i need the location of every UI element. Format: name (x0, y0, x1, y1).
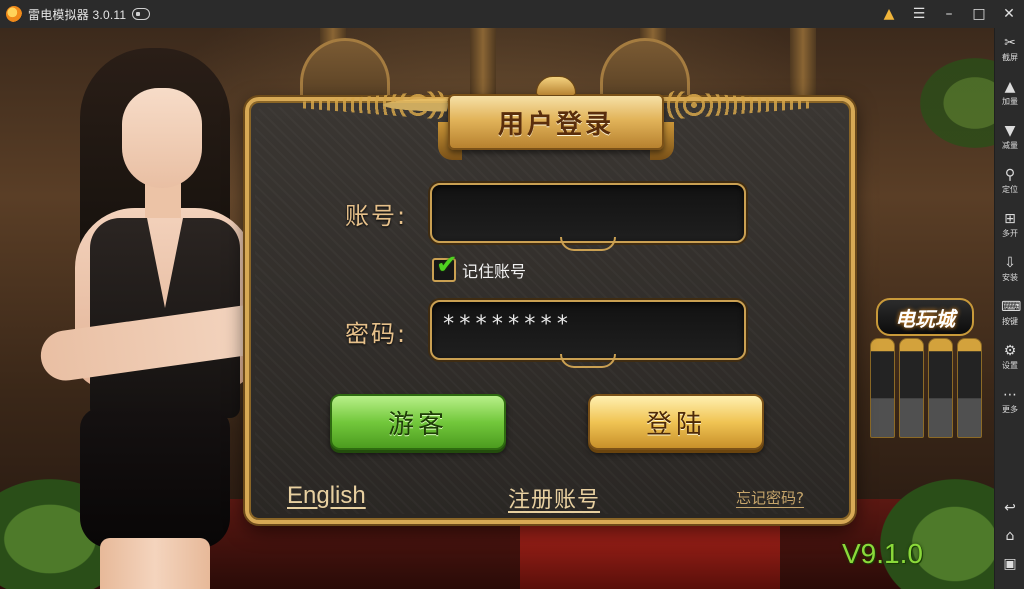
slot-machine (899, 338, 924, 438)
sidebar-item-label: 截屏 (1002, 53, 1018, 62)
palm-plant (920, 58, 994, 148)
remember-label: 记住账号 (462, 262, 527, 281)
gift-icon[interactable]: ▲ (874, 0, 904, 28)
menu-icon[interactable]: ☰ (904, 0, 934, 28)
crown-ornament-icon (536, 76, 576, 96)
guest-button[interactable]: 游客 (330, 394, 506, 450)
character-skirt (80, 408, 230, 548)
login-button[interactable]: 登陆 (588, 394, 764, 450)
red-carpet (520, 519, 780, 589)
gamepad-icon[interactable] (132, 8, 151, 20)
slot-machine-group: 电玩城 (862, 298, 987, 448)
window-controls: ▲ ☰ – □ ✕ (874, 0, 1024, 28)
register-link[interactable]: 注册账号 (508, 482, 600, 514)
character-legs (100, 538, 210, 589)
remember-account[interactable]: ✔ 记住账号 (432, 252, 527, 282)
location-icon: ⚲ (1004, 167, 1016, 183)
apk-install-icon: ⇩ (1004, 255, 1016, 271)
minimize-icon[interactable]: – (934, 0, 964, 28)
app-logo-icon (6, 6, 22, 22)
sidebar-item-location[interactable]: ⚲ 定位 (995, 166, 1024, 206)
back-icon[interactable]: ↩ (995, 496, 1024, 520)
title-banner: 用户登录 (448, 94, 664, 150)
keyboard-icon: ⌨ (1001, 299, 1022, 315)
sidebar-item-keymap[interactable]: ⌨ 按键 (995, 298, 1024, 338)
sidebar-item-more[interactable]: ⋯ 更多 (995, 386, 1024, 426)
hostess-character (37, 48, 273, 589)
forgot-password-link[interactable]: 忘记密码? (736, 487, 804, 508)
title-ribbon: 用户登录 (298, 72, 814, 162)
version-label: V9.1.0 (842, 538, 923, 569)
sidebar-item-label: 安装 (1002, 273, 1018, 282)
sidebar-item-volume-up[interactable]: ▲ 加量 (995, 78, 1024, 118)
volume-down-icon: ▼ (1004, 123, 1016, 139)
sidebar-item-install[interactable]: ⇩ 安装 (995, 254, 1024, 294)
more-icon: ⋯ (1003, 387, 1017, 403)
checkmark-icon: ✔ (436, 250, 458, 280)
character-face (122, 88, 202, 188)
remember-checkbox[interactable]: ✔ (432, 252, 458, 282)
slot-machine (928, 338, 953, 438)
sidebar-item-label: 加量 (1002, 97, 1018, 106)
sidebar-item-multi-instance[interactable]: ⊞ 多开 (995, 210, 1024, 250)
settings-icon: ⚙ (1003, 343, 1017, 359)
login-title: 用户登录 (497, 109, 614, 140)
multi-instance-icon: ⊞ (1004, 211, 1016, 227)
field-ornament (560, 354, 616, 368)
emulator-sidebar: ✂ 截屏 ▲ 加量 ▼ 减量 ⚲ 定位 ⊞ 多开 ⇩ 安装 ⌨ 按键 ⚙ 设置 … (994, 28, 1024, 589)
app-title: 雷电模拟器 3.0.11 (28, 7, 127, 22)
scissors-icon: ✂ (1004, 35, 1016, 51)
slot-machines (870, 338, 982, 438)
sidebar-item-label: 减量 (1002, 141, 1018, 150)
home-icon[interactable]: ⌂ (995, 524, 1024, 548)
account-input[interactable] (430, 183, 746, 251)
sidebar-item-volume-down[interactable]: ▼ 减量 (995, 122, 1024, 162)
slot-sign: 电玩城 (876, 298, 974, 336)
slot-machine (870, 338, 895, 438)
field-ornament (560, 237, 616, 251)
sidebar-item-label: 设置 (1002, 361, 1018, 370)
account-label: 账号: (345, 202, 408, 230)
close-icon[interactable]: ✕ (994, 0, 1024, 28)
maximize-icon[interactable]: □ (964, 0, 994, 28)
sidebar-item-settings[interactable]: ⚙ 设置 (995, 342, 1024, 382)
password-input[interactable]: ******** (430, 300, 746, 368)
slot-machine (957, 338, 982, 438)
volume-up-icon: ▲ (1004, 79, 1016, 95)
recent-apps-icon[interactable]: ▣ (995, 552, 1024, 576)
sidebar-item-label: 定位 (1002, 185, 1018, 194)
emulator-titlebar: 雷电模拟器 3.0.11 ▲ ☰ – □ ✕ (0, 0, 1024, 28)
sidebar-item-label: 按键 (1002, 317, 1018, 326)
password-value: ******** (442, 312, 572, 337)
palm-plant (880, 479, 994, 589)
sidebar-item-label: 多开 (1002, 229, 1018, 238)
english-link[interactable]: English (287, 482, 366, 510)
sidebar-item-screenshot[interactable]: ✂ 截屏 (995, 34, 1024, 74)
sidebar-item-label: 更多 (1002, 405, 1018, 414)
password-label: 密码: (345, 320, 408, 348)
